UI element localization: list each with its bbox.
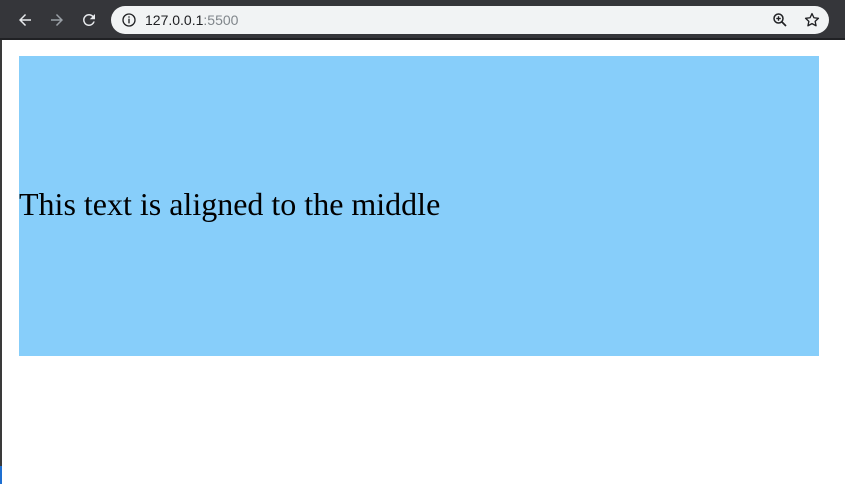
arrow-right-icon (51, 14, 63, 26)
back-button[interactable] (13, 8, 37, 32)
zoom-in-icon[interactable] (771, 11, 789, 29)
reload-icon (83, 13, 95, 26)
url-host: 127.0.0.1 (145, 12, 204, 28)
middle-aligned-box: This text is aligned to the middle (19, 56, 819, 356)
url-text[interactable]: 127.0.0.1:5500 (145, 6, 238, 34)
reload-button[interactable] (77, 8, 101, 32)
page-viewport: This text is aligned to the middle (2, 40, 845, 484)
url-port: :5500 (203, 12, 239, 28)
address-bar[interactable]: 127.0.0.1:5500 (111, 6, 829, 34)
arrow-left-icon (19, 14, 31, 26)
info-icon[interactable] (121, 12, 137, 28)
middle-aligned-text: This text is aligned to the middle (19, 186, 441, 222)
browser-toolbar: 127.0.0.1:5500 (0, 0, 845, 40)
forward-button[interactable] (45, 8, 69, 32)
star-icon[interactable] (803, 11, 821, 29)
